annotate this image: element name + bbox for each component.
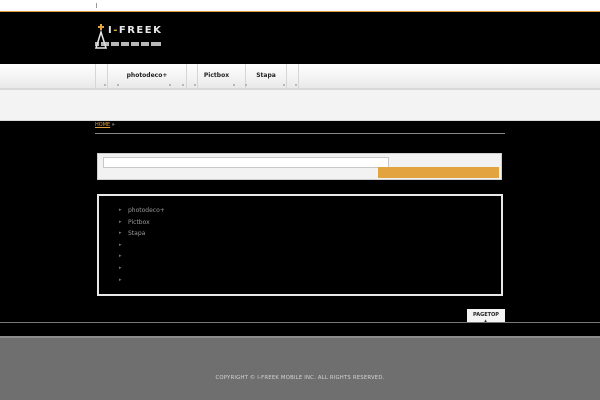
nav-separator bbox=[186, 64, 187, 88]
nav-tick bbox=[245, 84, 247, 86]
nav-tick bbox=[194, 84, 196, 86]
nav-tick bbox=[104, 84, 106, 86]
nav-tick bbox=[283, 84, 285, 86]
list-item[interactable]: Stapa bbox=[119, 228, 165, 240]
list-item[interactable] bbox=[119, 275, 165, 287]
top-bar bbox=[0, 0, 600, 12]
nav-tick bbox=[182, 84, 184, 86]
nav-separator bbox=[95, 64, 96, 88]
nav-separator bbox=[298, 64, 299, 88]
list-item[interactable] bbox=[119, 251, 165, 263]
breadcrumb: HOME » bbox=[95, 122, 115, 128]
main-nav: photodeco+ Pictbox Stapa bbox=[0, 64, 600, 89]
breadcrumb-divider bbox=[95, 133, 505, 134]
nav-tick bbox=[117, 84, 119, 86]
top-bar-mark bbox=[96, 3, 97, 8]
logo-japanese-tagline bbox=[95, 42, 161, 46]
breadcrumb-home-link[interactable]: HOME bbox=[95, 122, 110, 128]
nav-tick bbox=[169, 84, 171, 86]
nav-item-pictbox[interactable]: Pictbox bbox=[198, 64, 235, 88]
site-header bbox=[0, 12, 600, 64]
search-input[interactable] bbox=[103, 157, 389, 168]
list-item[interactable] bbox=[119, 240, 165, 252]
site-logo[interactable]: I-FREEK bbox=[95, 24, 161, 52]
list-item[interactable]: photodeco+ bbox=[119, 205, 165, 217]
nav-separator bbox=[286, 64, 287, 88]
logo-wordmark: I-FREEK bbox=[108, 25, 163, 36]
product-list-panel: photodeco+ Pictbox Stapa bbox=[97, 194, 503, 296]
nav-tick bbox=[233, 84, 235, 86]
search-button[interactable] bbox=[378, 167, 499, 178]
product-list: photodeco+ Pictbox Stapa bbox=[119, 205, 165, 286]
site-footer: COPYRIGHT © I-FREEK MOBILE INC. ALL RIGH… bbox=[0, 336, 600, 400]
content-divider bbox=[0, 322, 600, 323]
list-item[interactable]: Pictbox bbox=[119, 217, 165, 229]
pagetop-button[interactable]: PAGETOP ▲ bbox=[467, 309, 505, 323]
sub-nav-bar bbox=[0, 89, 600, 121]
nav-item-stapa[interactable]: Stapa bbox=[246, 64, 286, 88]
nav-item-photodeco[interactable]: photodeco+ bbox=[108, 64, 186, 88]
nav-tick bbox=[295, 84, 297, 86]
search-panel bbox=[97, 153, 502, 180]
list-item[interactable] bbox=[119, 263, 165, 275]
copyright-text: COPYRIGHT © I-FREEK MOBILE INC. ALL RIGH… bbox=[215, 375, 385, 381]
breadcrumb-separator: » bbox=[111, 122, 115, 128]
